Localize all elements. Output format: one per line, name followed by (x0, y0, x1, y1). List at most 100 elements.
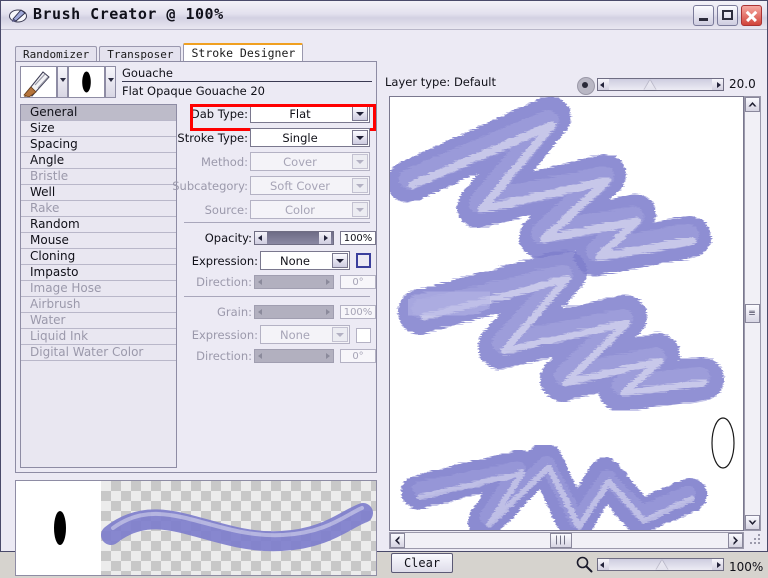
tab-stroke-designer[interactable]: Stroke Designer (183, 43, 304, 62)
title-bar[interactable]: Brush Creator @ 100% (1, 1, 767, 30)
tab-transposer[interactable]: Transposer (99, 46, 182, 62)
opacity-slider[interactable] (254, 231, 334, 245)
chevron-down-icon (356, 184, 364, 188)
grain-label: Grain: (216, 305, 252, 319)
category-item-well[interactable]: Well (21, 185, 176, 201)
chevron-left-icon (600, 562, 604, 568)
magnifier-icon (576, 556, 593, 573)
horizontal-scroll-thumb[interactable]: ||| (550, 533, 572, 548)
chevron-left-icon (395, 536, 400, 545)
category-item-random[interactable]: Random (21, 217, 176, 233)
ellipse-cursor-icon (711, 417, 735, 469)
dab-type-select[interactable]: Flat (250, 104, 370, 123)
brush-category-dropdown-arrow[interactable] (57, 66, 68, 98)
zoom-slider[interactable] (597, 558, 724, 571)
category-item-mouse[interactable]: Mouse (21, 233, 176, 249)
window-resize-grip[interactable] (749, 533, 760, 544)
grain-direction-value: 0° (340, 349, 376, 363)
stroke-designer-panel: Gouache Flat Opaque Gouache 20 General S… (15, 61, 377, 473)
brush-category-icon-button[interactable] (20, 66, 57, 98)
chevron-down-icon (356, 160, 364, 164)
canvas-horizontal-scrollbar[interactable]: ||| (389, 532, 744, 549)
size-slider-thumb[interactable] (644, 80, 656, 90)
size-slider-left-arrow[interactable] (598, 79, 609, 90)
category-item-liquid-ink: Liquid Ink (21, 329, 176, 345)
tab-randomizer[interactable]: Randomizer (15, 46, 98, 62)
opacity-direction-slider-right-arrow (321, 276, 333, 288)
category-item-size[interactable]: Size (21, 121, 176, 137)
grain-slider-left-arrow (255, 306, 267, 318)
grain-direction-slider-right-arrow (321, 350, 333, 362)
dab-type-dropdown-button[interactable] (352, 106, 368, 121)
subcategory-row: Subcategory: Soft Cover (172, 176, 372, 197)
opacity-expression-select[interactable]: None (260, 251, 350, 270)
grain-expression-color-swatch (356, 328, 371, 343)
maximize-button[interactable] (717, 5, 738, 26)
grain-direction-label: Direction: (196, 349, 252, 363)
opacity-slider-thumb[interactable] (319, 232, 331, 244)
grain-row: Grain: 100% (182, 304, 376, 325)
category-item-bristle: Bristle (21, 169, 176, 185)
brush-variant-dropdown-arrow[interactable] (105, 66, 116, 98)
source-label: Source: (204, 203, 248, 217)
clear-button[interactable]: Clear (391, 553, 453, 573)
category-item-impasto[interactable]: Impasto (21, 265, 176, 281)
category-item-angle[interactable]: Angle (21, 153, 176, 169)
vertical-scroll-thumb[interactable]: ≡ (745, 304, 760, 323)
dab-size-slider[interactable] (597, 78, 724, 91)
stroke-preview-shape (101, 503, 373, 552)
zoom-slider-left-arrow[interactable] (598, 559, 609, 570)
dab-preview-shape-icon (54, 511, 66, 545)
grain-direction-slider-left-arrow (255, 350, 267, 362)
stroke-type-value: Single (282, 131, 318, 145)
close-button[interactable] (741, 5, 762, 26)
brush-variant-icon-button[interactable] (68, 66, 105, 98)
stroke-type-dropdown-button[interactable] (352, 130, 368, 145)
chevron-right-icon (717, 82, 721, 88)
zoom-slider-thumb[interactable] (656, 560, 668, 570)
brush-preview-strip[interactable] (15, 480, 377, 576)
subcategory-value: Soft Cover (269, 179, 331, 193)
opacity-label: Opacity: (204, 231, 252, 245)
stroke-canvas[interactable] (389, 96, 744, 531)
scroll-left-button[interactable] (390, 533, 405, 548)
zoom-slider-right-arrow[interactable] (712, 559, 723, 570)
opacity-direction-slider-left-arrow (255, 276, 267, 288)
method-dropdown-button (352, 154, 368, 169)
opacity-expression-value: None (279, 254, 310, 268)
canvas-vertical-scrollbar[interactable]: ≡ (744, 96, 761, 531)
opacity-expression-color-swatch[interactable] (356, 253, 371, 268)
opacity-value[interactable]: 100% (340, 231, 376, 245)
chevron-down-icon (748, 520, 757, 525)
category-item-spacing[interactable]: Spacing (21, 137, 176, 153)
property-category-list[interactable]: General Size Spacing Angle Bristle Well … (20, 104, 177, 468)
dab-size-indicator-icon (577, 77, 595, 95)
minimize-button[interactable] (693, 5, 714, 26)
grain-expression-label: Expression: (191, 328, 258, 342)
category-item-digital-water-color: Digital Water Color (21, 345, 176, 361)
dab-size-value: 20.0 (729, 77, 756, 91)
category-item-image-hose: Image Hose (21, 281, 176, 297)
opacity-slider-left-arrow[interactable] (255, 232, 267, 244)
chevron-right-icon (733, 536, 738, 545)
paintbrush-icon (23, 71, 50, 98)
size-slider-right-arrow[interactable] (712, 79, 723, 90)
chevron-down-icon (108, 78, 114, 82)
scroll-up-button[interactable] (745, 97, 760, 112)
stroke-type-select[interactable]: Single (250, 128, 370, 147)
scroll-down-button[interactable] (745, 515, 760, 530)
chevron-down-icon (356, 136, 364, 140)
grain-direction-slider (254, 349, 334, 363)
chevron-right-icon (717, 562, 721, 568)
scroll-right-button[interactable] (728, 533, 743, 548)
opacity-expression-dropdown-button[interactable] (332, 253, 348, 268)
window-controls (693, 5, 762, 26)
category-item-general[interactable]: General (21, 105, 176, 121)
window-title: Brush Creator @ 100% (33, 5, 224, 23)
stroke-type-label: Stroke Type: (177, 131, 248, 145)
grain-slider-right-arrow (321, 306, 333, 318)
category-item-cloning[interactable]: Cloning (21, 249, 176, 265)
zoom-value: 100% (729, 560, 764, 574)
opacity-row: Opacity: 100% (182, 230, 376, 251)
grain-expression-dropdown-button (332, 327, 348, 342)
